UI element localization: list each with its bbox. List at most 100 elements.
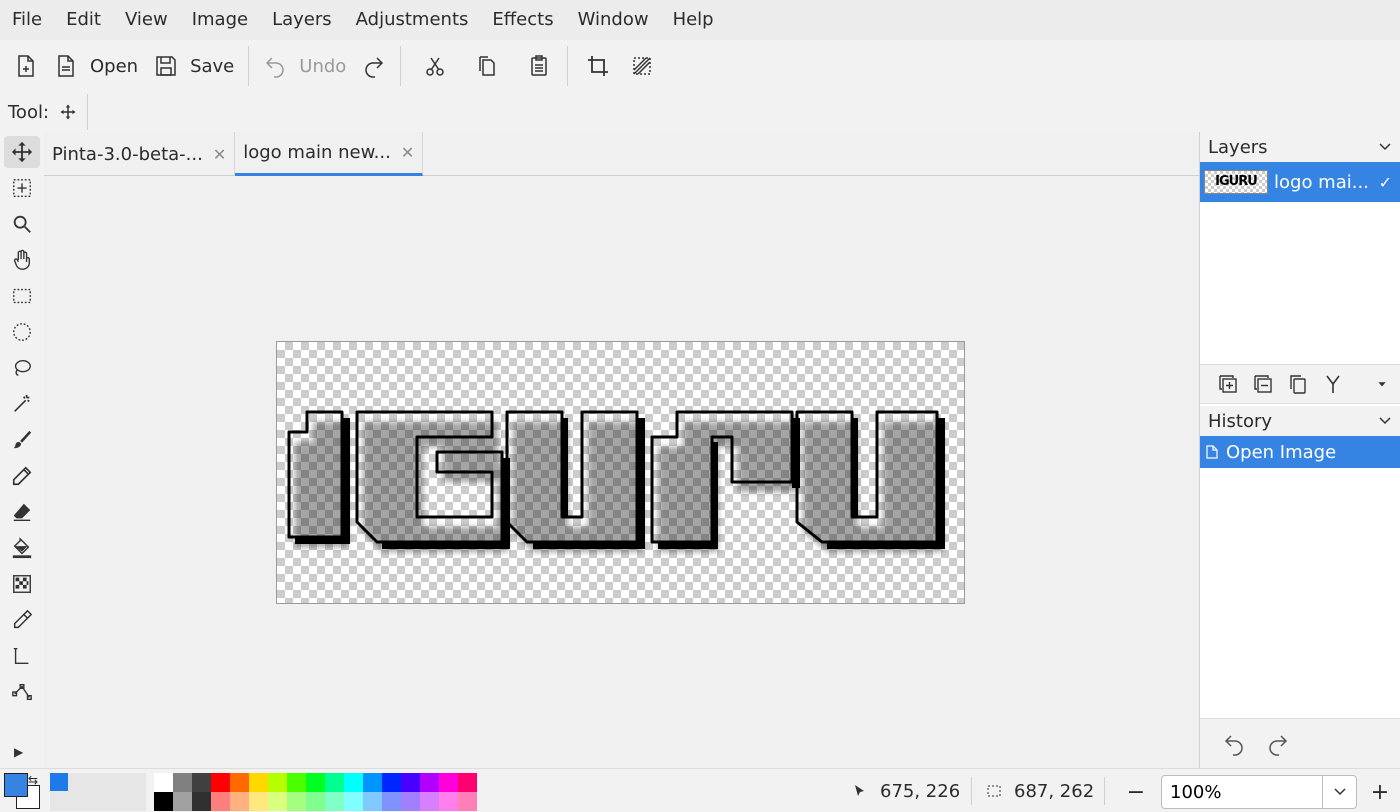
palette-swatch[interactable] xyxy=(439,792,458,811)
duplicate-layer-icon xyxy=(1290,375,1306,394)
palette-swatch[interactable] xyxy=(306,773,325,792)
palette-swatch[interactable] xyxy=(420,773,439,792)
deselect-button[interactable] xyxy=(622,46,662,86)
palette-swatch[interactable] xyxy=(192,792,211,811)
duplicate-layer-button[interactable] xyxy=(1280,369,1315,399)
palette-swatch[interactable] xyxy=(211,773,230,792)
palette-swatch[interactable] xyxy=(344,792,363,811)
tool-move-selected[interactable] xyxy=(4,136,40,168)
tool-gradient[interactable] xyxy=(4,568,40,600)
tool-color-picker[interactable] xyxy=(4,604,40,636)
undo-button[interactable]: Undo xyxy=(255,46,354,86)
palette-swatch[interactable] xyxy=(249,773,268,792)
palette-swatch[interactable] xyxy=(306,792,325,811)
palette-swatch[interactable] xyxy=(268,792,287,811)
palette-swatch[interactable] xyxy=(382,773,401,792)
cut-button[interactable] xyxy=(415,46,455,86)
tool-ellipse-select[interactable] xyxy=(4,316,40,348)
palette-swatch[interactable] xyxy=(268,773,287,792)
history-redo-button[interactable] xyxy=(1256,726,1300,762)
tool-pencil[interactable] xyxy=(4,460,40,492)
palette-swatch[interactable] xyxy=(325,792,344,811)
palette-swatch[interactable] xyxy=(211,792,230,811)
tool-rectangle-select[interactable] xyxy=(4,280,40,312)
history-undo-button[interactable] xyxy=(1212,726,1256,762)
palette-swatch[interactable] xyxy=(458,773,477,792)
tool-text[interactable] xyxy=(4,640,40,672)
tool-paintbrush[interactable] xyxy=(4,424,40,456)
tool-magic-wand[interactable] xyxy=(4,388,40,420)
zoom-in-button[interactable]: + xyxy=(1364,775,1396,809)
tool-move-selection[interactable] xyxy=(4,172,40,204)
layer-item[interactable]: IGURU logo mai... ✓ xyxy=(1200,162,1400,202)
menu-help[interactable]: Help xyxy=(661,0,726,40)
palette-swatch[interactable] xyxy=(173,792,192,811)
canvas-area[interactable]: Pinta-3.0-beta-... ✕ logo main new... ✕ xyxy=(44,132,1199,768)
image-canvas[interactable] xyxy=(276,341,965,604)
layers-panel-header[interactable]: Layers xyxy=(1200,132,1400,162)
palette-swatch[interactable] xyxy=(382,792,401,811)
palette-swatch[interactable] xyxy=(154,792,173,811)
history-panel-header[interactable]: History xyxy=(1200,406,1400,436)
close-icon[interactable]: ✕ xyxy=(213,145,226,164)
menu-view[interactable]: View xyxy=(113,0,180,40)
delete-layer-button[interactable] xyxy=(1245,369,1280,399)
palette-swatch[interactable] xyxy=(154,773,173,792)
new-button[interactable] xyxy=(6,46,46,86)
palette-swatch[interactable] xyxy=(249,792,268,811)
palette-swatch[interactable] xyxy=(192,773,211,792)
tab-pinta-beta[interactable]: Pinta-3.0-beta-... ✕ xyxy=(44,132,236,176)
palette-swatch[interactable] xyxy=(287,792,306,811)
palette-swatch[interactable] xyxy=(287,773,306,792)
menu-adjustments[interactable]: Adjustments xyxy=(344,0,481,40)
menu-window[interactable]: Window xyxy=(566,0,661,40)
palette-swatch[interactable] xyxy=(363,792,382,811)
palette-swatch[interactable] xyxy=(363,773,382,792)
menu-file[interactable]: File xyxy=(0,0,54,40)
tool-lasso-select[interactable] xyxy=(4,352,40,384)
close-icon[interactable]: ✕ xyxy=(401,143,414,162)
zoom-out-button[interactable]: − xyxy=(1120,775,1152,809)
toolbar-separator xyxy=(567,46,569,86)
recent-color-swatch[interactable] xyxy=(50,773,68,791)
merge-layer-down-button[interactable] xyxy=(1316,369,1351,399)
tool-line-curve[interactable] xyxy=(4,676,40,708)
layer-visible-check-icon[interactable]: ✓ xyxy=(1379,173,1392,192)
add-layer-button[interactable] xyxy=(1210,369,1245,399)
palette-swatch[interactable] xyxy=(230,792,249,811)
zoom-combobox[interactable] xyxy=(1161,775,1357,809)
zoom-input[interactable] xyxy=(1162,777,1322,807)
palette-swatch[interactable] xyxy=(230,773,249,792)
tab-logo-main[interactable]: logo main new... ✕ xyxy=(235,132,424,176)
tool-zoom[interactable] xyxy=(4,208,40,240)
palette-swatch[interactable] xyxy=(439,773,458,792)
chevron-down-icon xyxy=(1379,143,1391,151)
tool-pan[interactable] xyxy=(4,244,40,276)
palette-swatch[interactable] xyxy=(173,773,192,792)
menu-layers[interactable]: Layers xyxy=(260,0,344,40)
menu-edit[interactable]: Edit xyxy=(54,0,113,40)
palette-swatch[interactable] xyxy=(401,792,420,811)
palette-swatch[interactable] xyxy=(344,773,363,792)
palette-swatch[interactable] xyxy=(458,792,477,811)
save-button[interactable]: Save xyxy=(146,46,242,86)
palette-swatch[interactable] xyxy=(420,792,439,811)
layer-menu-button[interactable] xyxy=(1365,369,1400,399)
swap-colors-icon[interactable]: ⇆ xyxy=(28,773,38,787)
cursor-icon xyxy=(855,785,864,796)
copy-button[interactable] xyxy=(467,46,507,86)
tool-paint-bucket[interactable] xyxy=(4,532,40,564)
palette-swatch[interactable] xyxy=(325,773,344,792)
tool-eraser[interactable] xyxy=(4,496,40,528)
primary-color-swatch[interactable] xyxy=(4,773,28,797)
menu-image[interactable]: Image xyxy=(180,0,260,40)
zoom-dropdown-button[interactable] xyxy=(1322,776,1356,808)
menu-effects[interactable]: Effects xyxy=(480,0,565,40)
expand-arrow-icon[interactable]: ▶ xyxy=(14,745,23,759)
crop-to-selection-button[interactable] xyxy=(578,46,618,86)
paste-button[interactable] xyxy=(519,46,559,86)
redo-button[interactable] xyxy=(354,46,394,86)
history-item[interactable]: Open Image xyxy=(1200,436,1400,468)
palette-swatch[interactable] xyxy=(401,773,420,792)
open-button[interactable]: Open xyxy=(46,46,146,86)
